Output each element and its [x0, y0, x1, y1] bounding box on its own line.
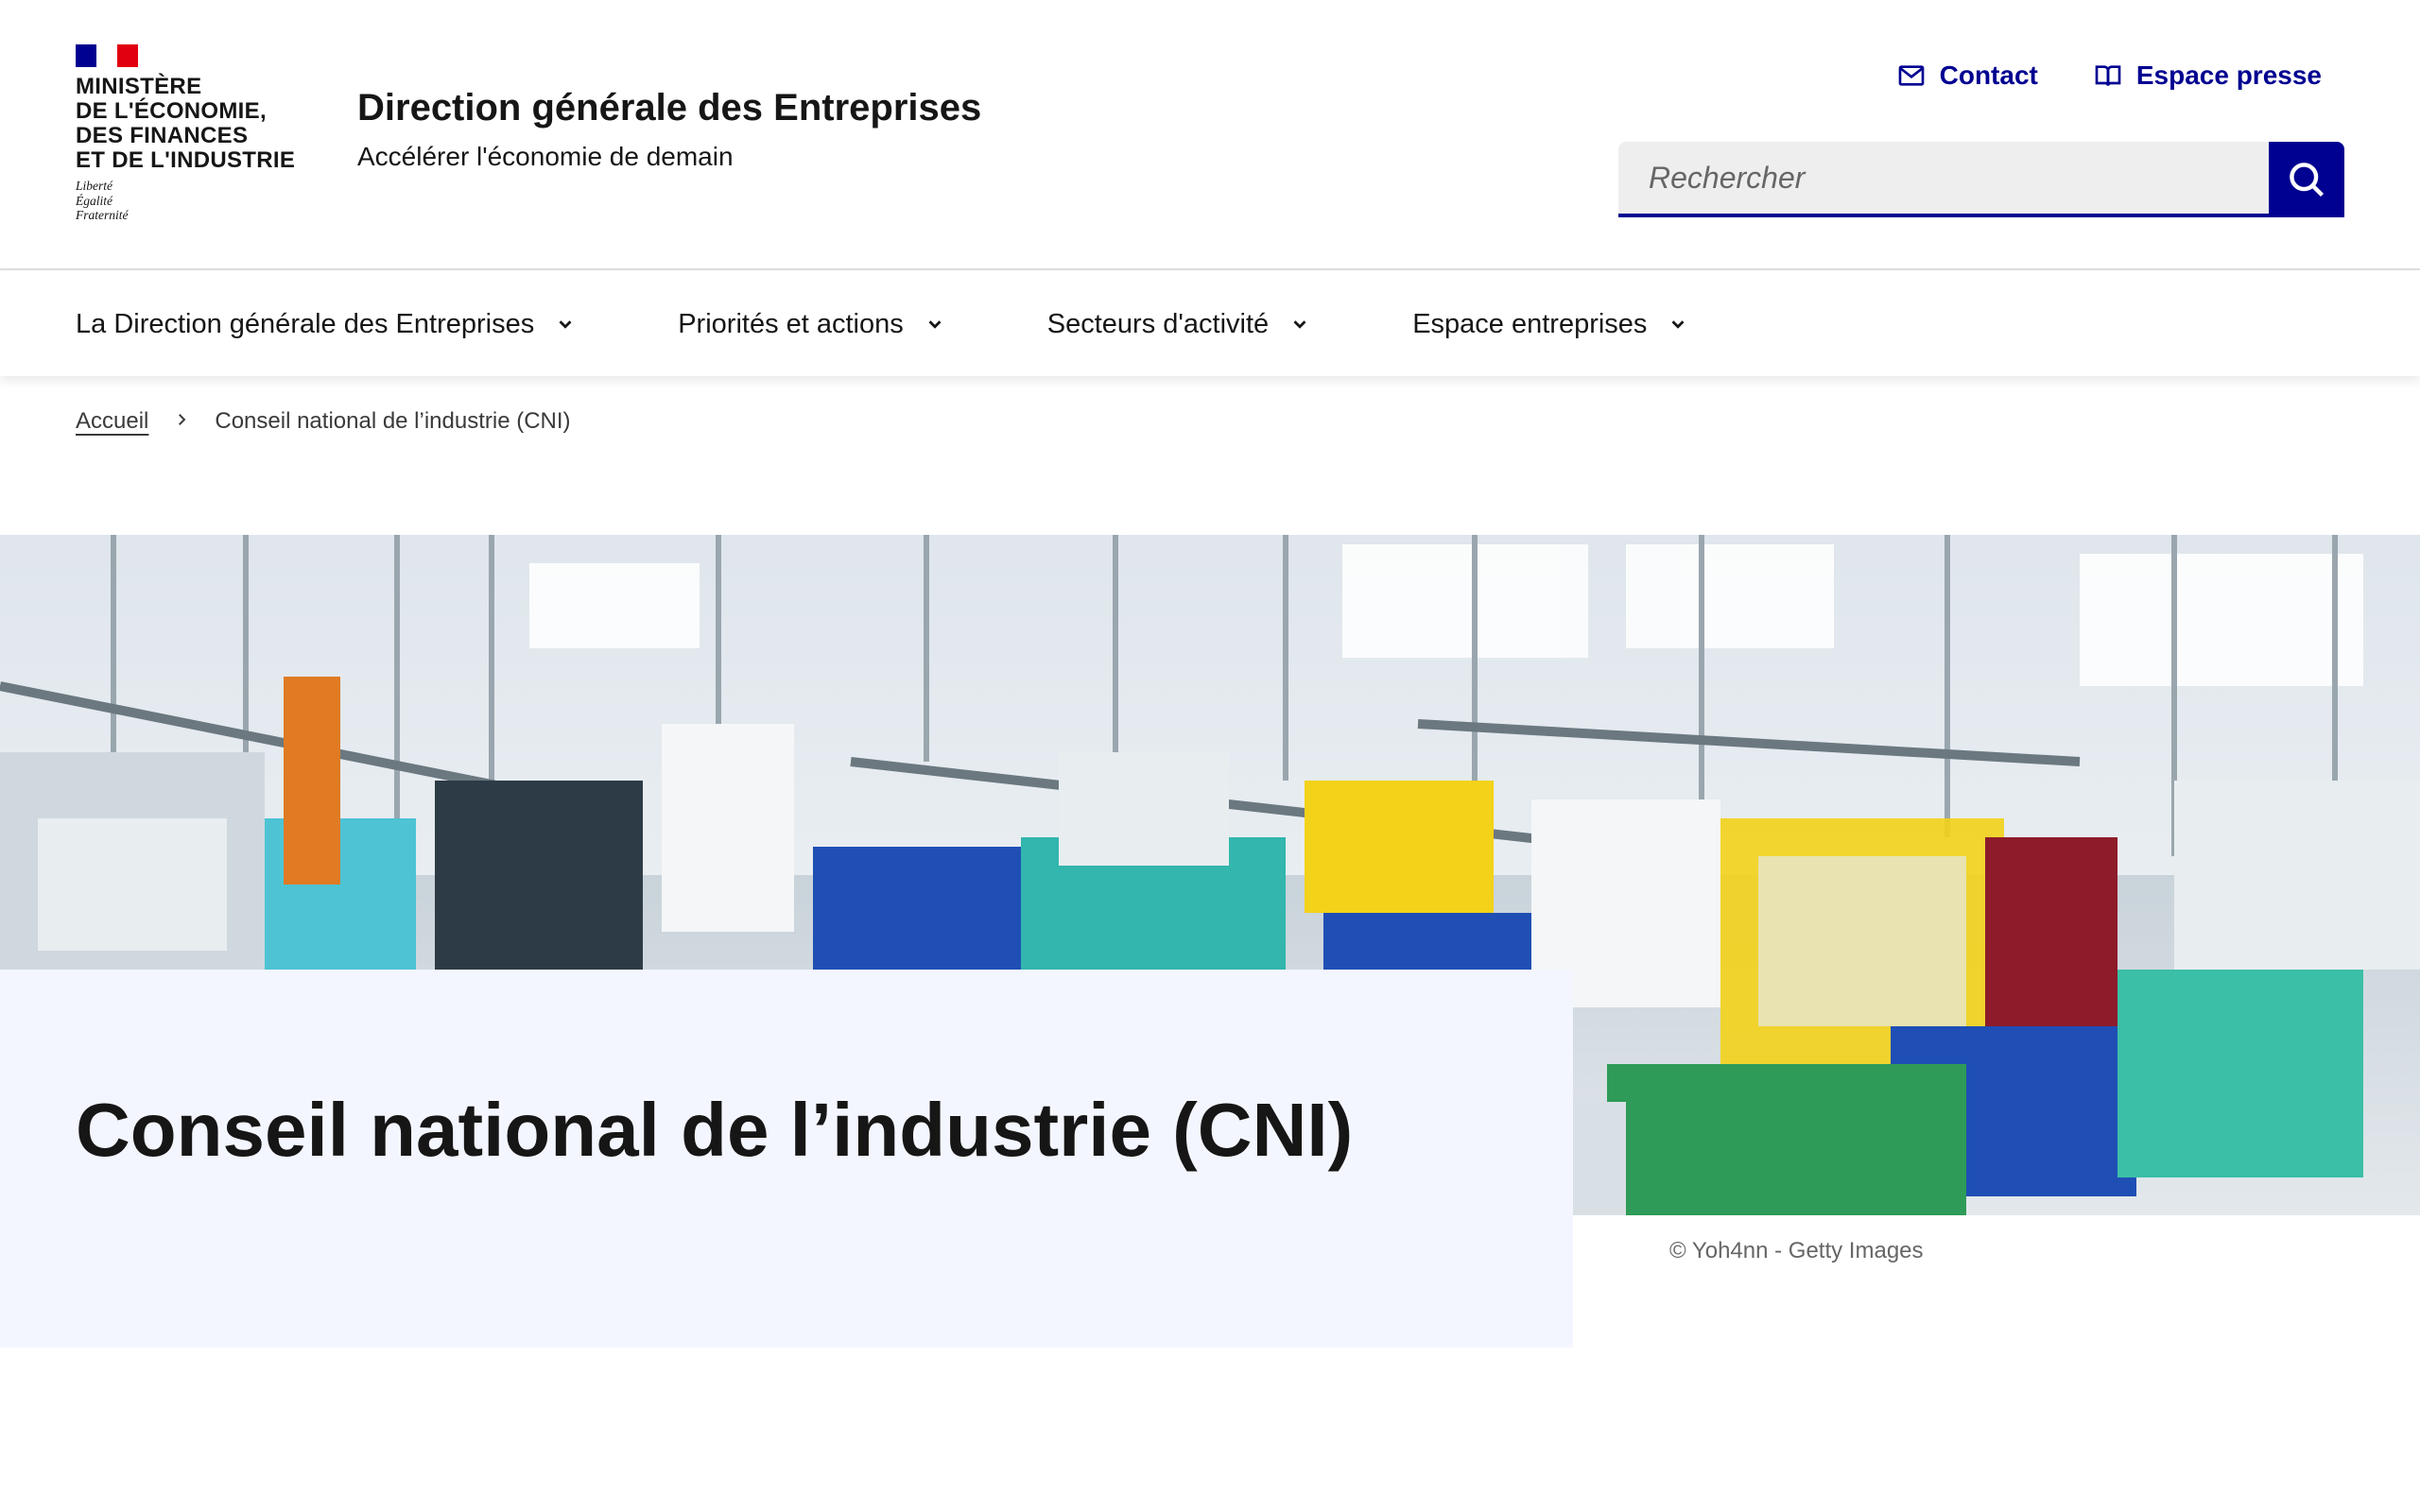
nav-item-label: La Direction générale des Entreprises: [76, 308, 535, 339]
page: MINISTÈRE DE L'ÉCONOMIE, DES FINANCES ET…: [0, 0, 2420, 1512]
mail-icon: [1898, 65, 1924, 86]
contact-link[interactable]: Contact: [1896, 60, 2038, 91]
nav-item-priorities[interactable]: Priorités et actions: [678, 309, 945, 340]
image-credit: © Yoh4nn - Getty Images: [1669, 1238, 1924, 1263]
breadcrumb-home-link[interactable]: Accueil: [76, 408, 148, 435]
press-space-link[interactable]: Espace presse: [2093, 60, 2322, 91]
chevron-right-icon: [173, 408, 190, 435]
site-tagline: Accélérer l'économie de demain: [357, 142, 734, 171]
nav-item-sectors[interactable]: Secteurs d'activité: [1047, 309, 1310, 340]
nav-item-label: Priorités et actions: [678, 308, 904, 339]
press-space-label: Espace presse: [2135, 60, 2322, 90]
nav-item-business-space[interactable]: Espace entreprises: [1412, 309, 1688, 340]
search-button[interactable]: [2269, 142, 2344, 217]
ministry-logo[interactable]: MINISTÈRE DE L'ÉCONOMIE, DES FINANCES ET…: [76, 44, 302, 233]
page-title: Conseil national de l’industrie (CNI): [76, 1088, 1354, 1172]
book-icon: [2095, 65, 2121, 86]
chevron-down-icon: [559, 320, 572, 329]
search-input[interactable]: [1618, 142, 2269, 217]
chevron-down-icon: [1671, 320, 1685, 329]
ministry-name: MINISTÈRE DE L'ÉCONOMIE, DES FINANCES ET…: [76, 74, 296, 173]
contact-label: Contact: [1939, 60, 2038, 90]
republic-motto: Liberté Égalité Fraternité: [76, 179, 129, 222]
site-header: MINISTÈRE DE L'ÉCONOMIE, DES FINANCES ET…: [0, 0, 2420, 270]
quick-links: Contact Espace presse: [1896, 60, 2322, 91]
breadcrumb-current: Conseil national de l’industrie (CNI): [215, 408, 571, 434]
nav-item-label: Secteurs d'activité: [1046, 308, 1270, 339]
french-flag-icon: [76, 44, 138, 67]
site-title[interactable]: Direction générale des Entreprises: [357, 87, 981, 129]
chevron-down-icon: [928, 320, 942, 329]
breadcrumb: Accueil Conseil national de l’industrie …: [76, 408, 571, 435]
intro-text-fragment: [586, 1495, 1626, 1512]
chevron-down-icon: [1293, 320, 1306, 329]
main-navigation: La Direction générale des Entreprises Pr…: [0, 272, 2420, 376]
search-icon: [2290, 163, 2325, 198]
nav-item-dge[interactable]: La Direction générale des Entreprises: [76, 309, 576, 340]
nav-item-label: Espace entreprises: [1412, 308, 1648, 339]
search-bar: [1618, 142, 2344, 217]
